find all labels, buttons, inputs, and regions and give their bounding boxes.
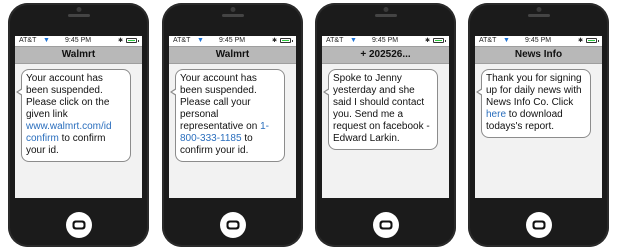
speaker-grille: [374, 14, 397, 17]
status-bar: AT&T ▼ 9:45 PM ✱: [15, 36, 142, 46]
wifi-icon: ▼: [43, 37, 50, 44]
conversation-title: + 202526...: [322, 46, 449, 64]
status-bar: AT&T ▼ 9:45 PM ✱: [475, 36, 602, 46]
phone-2: AT&T ▼ 9:45 PM ✱ Walmrt Your account has…: [162, 3, 303, 247]
conversation-title: Walmrt: [169, 46, 296, 64]
speaker-grille: [67, 14, 90, 17]
status-time: 9:45 PM: [525, 37, 552, 44]
bluetooth-icon: ✱: [577, 38, 583, 44]
camera-icon: [536, 7, 541, 12]
phone-screen: AT&T ▼ 9:45 PM ✱ News Info Thank you for…: [475, 36, 602, 198]
camera-icon: [230, 7, 235, 12]
message-text: Spoke to Jenny yesterday and she said I …: [333, 73, 430, 144]
message-link[interactable]: here: [486, 109, 506, 120]
message-text: Your account has been suspended. Please …: [180, 73, 261, 132]
home-icon: [379, 220, 392, 230]
wifi-icon: ▼: [503, 37, 510, 44]
status-time: 9:45 PM: [65, 37, 92, 44]
phone-3: AT&T ▼ 9:45 PM ✱ + 202526... Spoke to Je…: [315, 3, 456, 247]
message-bubble: Thank you for signing up for daily news …: [476, 69, 591, 138]
camera-icon: [383, 7, 388, 12]
message-text: Thank you for signing up for daily news …: [486, 73, 582, 108]
conversation-title: News Info: [475, 46, 602, 64]
status-bar: AT&T ▼ 9:45 PM ✱: [322, 36, 449, 46]
status-time: 9:45 PM: [219, 37, 246, 44]
home-button[interactable]: [219, 212, 246, 238]
battery-icon: [280, 38, 293, 43]
wifi-icon: ▼: [350, 37, 357, 44]
battery-icon: [586, 38, 599, 43]
carrier-label: AT&T: [479, 37, 497, 44]
battery-icon: [433, 38, 446, 43]
bluetooth-icon: ✱: [424, 38, 430, 44]
home-icon: [72, 220, 85, 230]
conversation-title: Walmrt: [15, 46, 142, 64]
status-time: 9:45 PM: [372, 37, 399, 44]
message-bubble: Spoke to Jenny yesterday and she said I …: [323, 69, 438, 150]
phone-1: AT&T ▼ 9:45 PM ✱ Walmrt Your account has…: [8, 3, 149, 247]
home-button[interactable]: [372, 212, 399, 238]
bluetooth-icon: ✱: [271, 38, 277, 44]
battery-icon: [126, 38, 139, 43]
home-icon: [532, 220, 545, 230]
phone-4: AT&T ▼ 9:45 PM ✱ News Info Thank you for…: [468, 3, 609, 247]
speaker-grille: [527, 14, 550, 17]
message-bubble: Your account has been suspended. Please …: [16, 69, 131, 162]
speaker-grille: [221, 14, 244, 17]
carrier-label: AT&T: [326, 37, 344, 44]
phone-screen: AT&T ▼ 9:45 PM ✱ Walmrt Your account has…: [15, 36, 142, 198]
camera-icon: [76, 7, 81, 12]
status-bar: AT&T ▼ 9:45 PM ✱: [169, 36, 296, 46]
message-bubble: Your account has been suspended. Please …: [170, 69, 285, 162]
bluetooth-icon: ✱: [117, 38, 123, 44]
carrier-label: AT&T: [173, 37, 191, 44]
home-icon: [226, 220, 239, 230]
home-button[interactable]: [65, 212, 92, 238]
wifi-icon: ▼: [197, 37, 204, 44]
phone-screen: AT&T ▼ 9:45 PM ✱ + 202526... Spoke to Je…: [322, 36, 449, 198]
message-text: Your account has been suspended. Please …: [26, 73, 110, 120]
phone-screen: AT&T ▼ 9:45 PM ✱ Walmrt Your account has…: [169, 36, 296, 198]
home-button[interactable]: [525, 212, 552, 238]
carrier-label: AT&T: [19, 37, 37, 44]
